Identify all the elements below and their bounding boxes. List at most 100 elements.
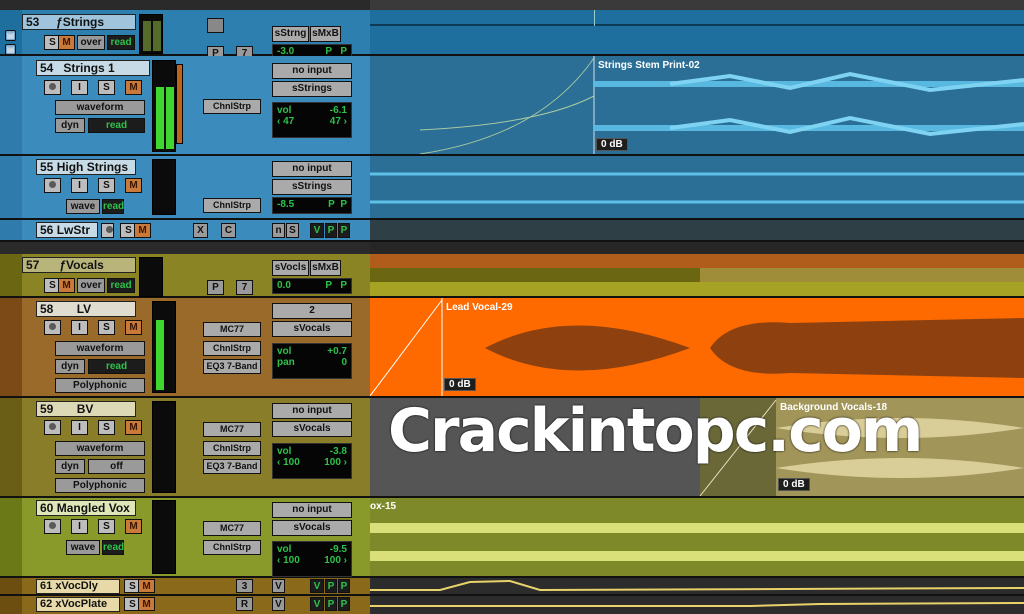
clip-name[interactable]: Strings Stem Print-02 xyxy=(598,60,700,71)
volume-indicator[interactable]: V xyxy=(310,223,324,238)
record-arm-button[interactable] xyxy=(44,80,61,95)
folder-track-strings[interactable]: ▤ ▤ 53 ƒStrings S M over read P 7 sStrng… xyxy=(0,10,370,61)
audio-track-lv[interactable]: 58 LV I S M waveform dyn read Polyphonic… xyxy=(0,298,370,398)
playlist-mode-selector[interactable]: over xyxy=(77,35,105,50)
folder-track-vocals[interactable]: 57 ƒVocals S M over read P 7 sVocls sMxB… xyxy=(0,254,370,298)
clip-gain[interactable]: 0 dB xyxy=(444,378,476,391)
track-view-selector[interactable]: waveform xyxy=(55,341,145,356)
output-selector[interactable]: S xyxy=(286,223,299,238)
send-button[interactable]: X xyxy=(193,223,208,238)
insert-slot[interactable]: EQ3 7-Band xyxy=(203,459,261,474)
track-name[interactable]: 54 Strings 1 xyxy=(36,60,150,76)
track-name[interactable]: 62 xVocPlate xyxy=(36,597,120,612)
track-view-selector[interactable]: waveform xyxy=(55,441,145,456)
track-name[interactable]: 53 ƒStrings xyxy=(22,14,136,30)
volume-indicator[interactable]: V xyxy=(310,579,324,593)
track-name[interactable]: 58 LV xyxy=(36,301,136,317)
insert-slot[interactable]: ChnlStrp xyxy=(203,441,261,456)
track-name[interactable]: 60 Mangled Vox xyxy=(36,500,136,516)
vca-number[interactable]: 7 xyxy=(236,280,253,295)
track-lane-lv[interactable]: Lead Vocal-29 0 dB xyxy=(370,298,1024,398)
track-lane-xvocplate[interactable] xyxy=(370,596,1024,614)
insert-slot[interactable]: MC77 xyxy=(203,521,261,536)
dyn-selector[interactable]: dyn xyxy=(55,118,85,133)
automation-mode-selector[interactable]: read xyxy=(102,199,124,214)
elastic-audio-selector[interactable]: Polyphonic xyxy=(55,478,145,493)
track-name[interactable]: 59 BV xyxy=(36,401,136,417)
dyn-selector[interactable]: dyn xyxy=(55,459,85,474)
output-selector[interactable]: sVocals xyxy=(272,520,352,536)
track-lane-lwstr[interactable] xyxy=(370,220,1024,242)
pan-indicator[interactable]: P xyxy=(325,223,337,238)
timeline-area[interactable]: Strings Stem Print-02 0 dB Lead Vocal-29… xyxy=(370,0,1024,614)
aux-track-xvocplate[interactable]: 62 xVocPlate S M R V V P P xyxy=(0,596,370,614)
solo-button[interactable]: S xyxy=(98,80,115,95)
input-selector[interactable]: V xyxy=(272,579,285,593)
insert-slot[interactable]: MC77 xyxy=(203,422,261,437)
automation-mode-selector[interactable]: read xyxy=(102,540,124,555)
input-selector[interactable]: sVocls xyxy=(272,260,309,276)
track-lane-mangled-vox[interactable]: ox-15 xyxy=(370,498,1024,578)
insert-slot[interactable]: MC77 xyxy=(203,322,261,337)
input-selector[interactable]: V xyxy=(272,597,285,611)
elastic-audio-selector[interactable]: Polyphonic xyxy=(55,378,145,393)
volume-pan-display[interactable]: vol -9.5 ‹ 100 100 › xyxy=(272,541,352,577)
pre-button[interactable]: P xyxy=(207,280,224,295)
insert-slot[interactable]: EQ3 7-Band xyxy=(203,359,261,374)
input-selector[interactable]: no input xyxy=(272,403,352,419)
automation-mode-selector[interactable]: off xyxy=(88,459,145,474)
input-selector[interactable]: no input xyxy=(272,63,352,79)
track-name[interactable]: 56 LwStr xyxy=(36,222,98,238)
volume-pan-display[interactable]: vol +0.7 pan 0 xyxy=(272,343,352,379)
clip-gain[interactable]: 0 dB xyxy=(596,138,628,151)
aux-track-xvocdly[interactable]: 61 xVocDly S M 3 V V P P xyxy=(0,578,370,596)
dyn-selector[interactable]: dyn xyxy=(55,359,85,374)
volume-display[interactable]: -8.5 P P xyxy=(272,197,352,214)
record-arm-button[interactable] xyxy=(44,519,61,534)
volume-pan-display[interactable]: vol -6.1 ‹ 47 47 › xyxy=(272,102,352,138)
pan-indicator[interactable]: P xyxy=(338,579,350,593)
pan-indicator[interactable]: P xyxy=(338,223,350,238)
audio-track-strings-1[interactable]: 54 Strings 1 I S M waveform dyn read Chn… xyxy=(0,56,370,156)
output-selector[interactable]: sVocals xyxy=(272,421,352,437)
automation-mode-selector[interactable]: read xyxy=(88,359,145,374)
track-view-selector[interactable]: wave xyxy=(66,540,100,555)
insert-slot[interactable]: ChnlStrp xyxy=(203,540,261,555)
clip-name[interactable]: ox-15 xyxy=(370,501,396,512)
track-lane-strings-1[interactable]: Strings Stem Print-02 0 dB xyxy=(370,56,1024,156)
input-selector[interactable]: no input xyxy=(272,161,352,177)
send-button[interactable]: C xyxy=(221,223,236,238)
mute-button[interactable]: M xyxy=(58,35,75,50)
output-selector[interactable]: sMxB xyxy=(310,26,341,42)
pan-indicator[interactable]: P xyxy=(325,579,337,593)
record-arm-button[interactable] xyxy=(44,420,61,435)
automation-mode-selector[interactable]: read xyxy=(88,118,145,133)
folder-lane-vocals[interactable] xyxy=(370,254,1024,298)
input-monitor-button[interactable]: I xyxy=(71,320,88,335)
fold-button[interactable] xyxy=(207,18,224,33)
insert-slot[interactable]: ChnlStrp xyxy=(203,341,261,356)
output-selector[interactable]: sMxB xyxy=(310,260,341,276)
record-arm-button[interactable] xyxy=(44,178,61,193)
mute-button[interactable]: M xyxy=(125,320,142,335)
output-selector[interactable]: sVocals xyxy=(272,321,352,337)
solo-button[interactable]: S xyxy=(98,178,115,193)
track-view-selector[interactable]: wave xyxy=(66,199,100,214)
pan-indicator[interactable]: P xyxy=(338,597,350,611)
track-view-selector[interactable]: waveform xyxy=(55,100,145,115)
clip-gain[interactable]: 0 dB xyxy=(778,478,810,491)
mute-button[interactable]: M xyxy=(138,579,155,593)
solo-button[interactable]: S xyxy=(98,320,115,335)
mute-button[interactable]: M xyxy=(125,178,142,193)
audio-track-mangled-vox[interactable]: 60 Mangled Vox I S M wave read MC77 Chnl… xyxy=(0,498,370,578)
volume-indicator[interactable]: V xyxy=(310,597,324,611)
playlist-mode-selector[interactable]: over xyxy=(77,278,105,293)
mute-button[interactable]: M xyxy=(58,278,75,293)
volume-pan-display[interactable]: vol -3.8 ‹ 100 100 › xyxy=(272,443,352,479)
fader[interactable] xyxy=(176,64,183,144)
input-monitor-button[interactable]: I xyxy=(71,80,88,95)
solo-button[interactable]: S xyxy=(98,420,115,435)
folder-lane-strings[interactable] xyxy=(370,10,1024,56)
audio-track-high-strings[interactable]: 55 High Strings I S M wave read ChnlStrp… xyxy=(0,156,370,220)
track-name[interactable]: 57 ƒVocals xyxy=(22,257,136,273)
